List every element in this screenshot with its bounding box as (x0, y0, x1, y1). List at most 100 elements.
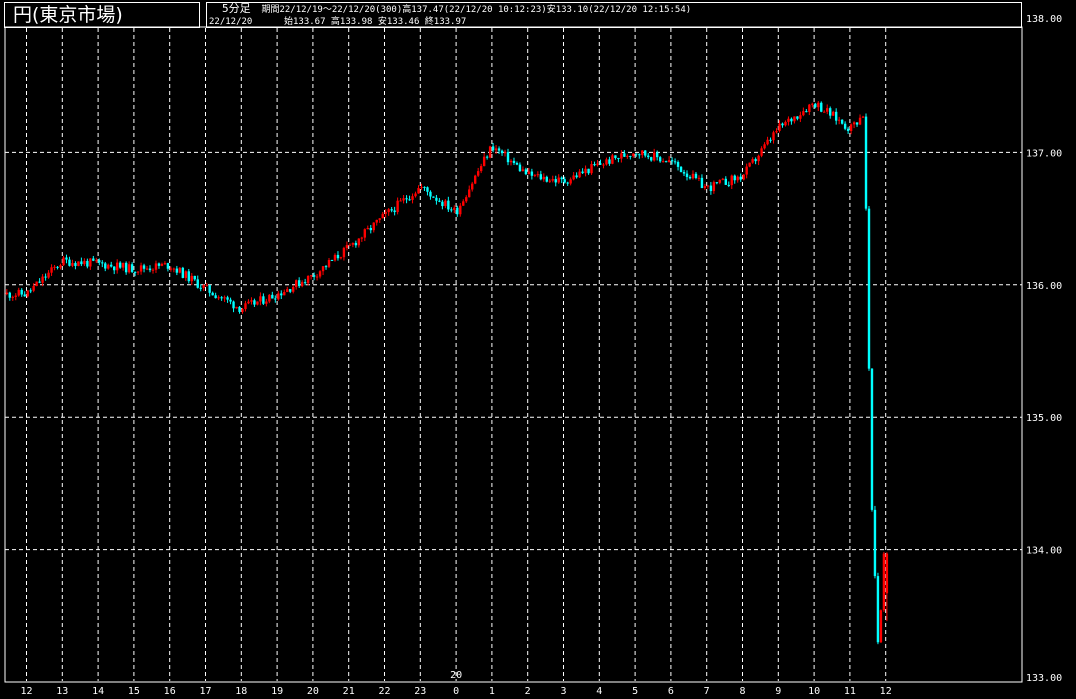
candle-body (324, 266, 328, 268)
x-tick-label: 7 (704, 686, 710, 697)
info-panel: 5分足 期間22/12/19～22/12/20(300)高137.47(22/1… (206, 2, 1022, 28)
candle-body (533, 174, 537, 176)
candle-body (160, 263, 164, 266)
candle-body (441, 201, 444, 207)
candle-body (572, 175, 575, 180)
candle-body (706, 185, 710, 187)
candle-body (688, 176, 692, 179)
candle-body (823, 111, 826, 113)
candle-body (196, 279, 199, 288)
candle-body (244, 303, 247, 310)
candle-body (545, 176, 548, 182)
x-tick-label: 13 (56, 686, 68, 697)
candle-body (802, 111, 805, 116)
candle-body (488, 146, 492, 158)
candle-body (560, 177, 563, 180)
candle-body (157, 263, 161, 266)
candle-body (873, 509, 877, 577)
candle-body (473, 175, 477, 184)
candle-body (163, 263, 167, 265)
x-tick-label: 20 (307, 686, 319, 697)
candle-body (784, 121, 787, 126)
period-range: 期間22/12/19～22/12/20(300)高137.47(22/12/20… (261, 5, 692, 15)
candle-body (62, 257, 65, 266)
candle-body (721, 178, 725, 180)
candle-body (127, 264, 131, 273)
x-tick-label: 11 (844, 686, 856, 697)
candle-body (396, 200, 399, 213)
candle-body (432, 196, 435, 198)
candle-body (342, 247, 346, 258)
candle-body (381, 213, 384, 219)
candle-body (694, 173, 698, 178)
candle-body (760, 148, 763, 156)
candle-body (351, 242, 355, 245)
y-tick-label: 133.00 (1026, 673, 1062, 684)
candle-body (139, 265, 143, 272)
candle-body (336, 254, 340, 259)
candle-body (202, 285, 205, 288)
timeframe-label: 5分足 (222, 2, 251, 15)
candle-body (193, 275, 196, 280)
candle-body (673, 161, 677, 163)
candle-body (345, 245, 349, 248)
candle-body (730, 175, 733, 186)
candle-body (787, 118, 790, 122)
candle-body (95, 260, 98, 262)
candle-body (867, 208, 871, 369)
candle-body (175, 268, 179, 273)
candle-body (250, 300, 253, 302)
candle-body (566, 182, 569, 184)
candle-body (718, 179, 722, 183)
candle-body (357, 238, 361, 246)
candle-body (211, 292, 214, 296)
x-tick-label: 1 (489, 686, 495, 697)
candle-body (235, 306, 238, 309)
candle-body (330, 259, 334, 261)
candle-body (491, 146, 495, 151)
x-tick-label: 10 (808, 686, 820, 697)
candle-body (826, 108, 829, 112)
day-label: 20 (450, 670, 462, 681)
candle-body (121, 262, 125, 268)
candle-body (447, 200, 450, 210)
candle-body (575, 175, 578, 178)
candle-body (793, 116, 796, 122)
candle-body (712, 182, 716, 192)
candle-body (563, 179, 566, 183)
candle-body (506, 152, 510, 163)
candle-body (190, 275, 193, 282)
candle-body (524, 169, 528, 175)
candle-body (166, 263, 170, 269)
candle-body (736, 176, 739, 181)
candle-body (846, 128, 850, 131)
candle-body (599, 163, 602, 165)
candle-body (32, 286, 35, 291)
candle-body (551, 179, 554, 181)
candle-body (581, 171, 584, 174)
candle-body (805, 111, 808, 113)
candle-body (775, 130, 778, 133)
candle-body (289, 289, 292, 292)
candle-body (280, 293, 283, 296)
candle-body (83, 260, 86, 265)
candle-body (214, 295, 217, 299)
candle-body (638, 154, 641, 156)
candle-body (632, 153, 635, 157)
candle-body (429, 191, 432, 197)
candle-body (315, 276, 319, 278)
candle-body (879, 610, 883, 643)
candle-body (548, 180, 551, 182)
candle-body (29, 290, 32, 292)
candle-body (667, 160, 671, 163)
y-tick-label: 137.00 (1026, 148, 1062, 159)
candle-body (435, 197, 438, 201)
candle-body (268, 294, 271, 302)
candle-body (277, 293, 280, 300)
x-tick-label: 3 (560, 686, 566, 697)
candles (5, 101, 889, 645)
candle-body (593, 164, 596, 166)
candle-body (691, 173, 695, 179)
candle-body (405, 198, 408, 200)
candle-body (596, 163, 599, 166)
